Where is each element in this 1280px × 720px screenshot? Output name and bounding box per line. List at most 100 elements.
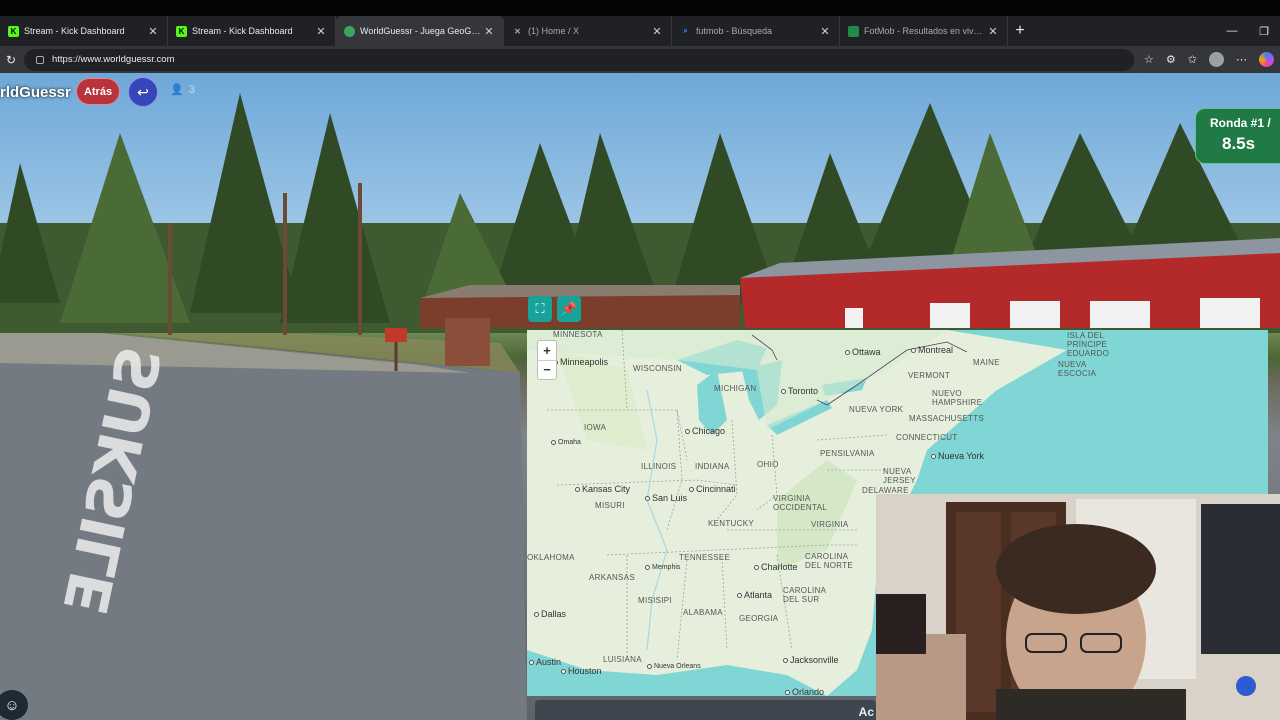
more-menu-icon[interactable]: ⋯ [1236,53,1247,66]
map-region-label: LUISIANA [603,655,642,664]
map-region-label: MISISIPI [638,596,672,605]
return-to-start-button[interactable]: ↩ [128,77,158,107]
tab-kick-dashboard-1[interactable]: K Stream - Kick Dashboard ✕ [0,16,168,46]
players-count: 3 [188,83,195,96]
search-icon: ⌕ [683,26,688,35]
close-icon[interactable]: ✕ [483,25,495,38]
map-city-label: Omaha [551,439,581,446]
map-region-label: OKLAHOMA [527,553,575,562]
map-region-label: MICHIGAN [714,384,757,393]
map-region-label: MAINE [973,358,1000,367]
round-label: Ronda #1 / [1210,116,1271,130]
map-region-label: CAROLINA DEL NORTE [805,552,854,570]
map-region-label: ILLINOIS [641,462,677,471]
smiley-icon: ☺ [4,696,20,714]
zoom-out-button[interactable]: − [538,361,556,380]
map-toolbar: ⛶ 📌 [528,296,581,322]
x-icon: ✕ [514,26,521,36]
map-city-label: Atlanta [737,590,772,600]
tab-title: futmob - Búsqueda [696,26,773,36]
map-region-label: TENNESSEE [679,553,731,562]
screen-top-strip [0,0,1280,16]
expand-map-button[interactable]: ⛶ [528,296,552,322]
map-region-label: VERMONT [908,371,951,380]
map-city-label: Austin [529,657,561,667]
tab-fotmob[interactable]: FotMob - Resultados en vivo de fú ✕ [840,16,1008,46]
map-region-label: GEORGIA [739,614,779,623]
tab-title: (1) Home / X [528,26,580,36]
map-city-label: Nueva York [931,451,984,461]
close-icon[interactable]: ✕ [819,25,831,38]
players-indicator: 👤 3 [170,83,195,97]
favorites-icon[interactable]: ✩ [1188,53,1197,66]
map-region-label: ARKANSAS [589,573,635,582]
map-city-label: Toronto [781,386,818,396]
user-icon: 👤 [170,84,184,96]
copilot-icon[interactable] [1259,52,1274,67]
map-region-label: VIRGINIA [811,520,849,529]
map-region-label: MASSACHUSETTS [909,414,985,423]
map-region-label: NUEVA YORK [849,405,904,414]
tab-title: Stream - Kick Dashboard [24,26,125,36]
map-city-label: Kansas City [575,484,630,494]
close-icon[interactable]: ✕ [315,25,327,38]
fotmob-icon [848,25,859,37]
window-controls: — ❐ [1216,16,1280,46]
close-icon[interactable]: ✕ [987,25,999,38]
map-region-label: MISURI [595,501,625,510]
tab-x-home[interactable]: ✕ (1) Home / X ✕ [504,16,672,46]
map-city-label: Cincinnati [689,484,736,494]
map-region-label: INDIANA [695,462,730,471]
tab-worldguessr[interactable]: WorldGuessr - Juega GeoGuessr g ✕ [336,16,504,46]
close-icon[interactable]: ✕ [651,25,663,38]
map-city-label: San Luis [645,493,687,503]
pin-map-button[interactable]: 📌 [557,296,581,322]
url-text: https://www.worldguessr.com [52,54,175,65]
map-region-label: IOWA [584,423,607,432]
extensions-icon[interactable]: ⚙ [1166,53,1176,66]
map-region-label: PENSILVANIA [820,449,875,458]
url-field[interactable]: https://www.worldguessr.com [24,48,1135,71]
map-region-label: ALABAMA [683,608,723,617]
new-tab-button[interactable]: + [1008,16,1032,46]
worldguessr-logo[interactable]: rldGuessr [0,84,71,101]
map-city-label: Charlotte [754,562,798,572]
map-city-label: Nueva Orleans [647,663,701,670]
map-region-label: VIRGINIA OCCIDENTAL [773,494,827,512]
close-icon[interactable]: ✕ [147,25,159,38]
favorite-star-icon[interactable]: ☆ [1144,53,1154,66]
map-city-label: Houston [561,666,602,676]
map-region-label: KENTUCKY [708,519,754,528]
pin-icon: 📌 [560,301,578,316]
guess-bar[interactable]: Ac [535,700,876,720]
profile-avatar[interactable] [1209,52,1224,67]
map-city-label: Jacksonville [783,655,839,665]
map-region-label: ISLA DEL PRÍNCIPE EDUARDO [1067,331,1110,358]
tab-strip: K Stream - Kick Dashboard ✕ K Stream - K… [0,16,1280,46]
webcam-overlay [876,494,1280,720]
back-button[interactable]: Atrás [76,78,120,105]
tab-futmob-search[interactable]: ⌕ futmob - Búsqueda ✕ [672,16,840,46]
tab-kick-dashboard-2[interactable]: K Stream - Kick Dashboard ✕ [168,16,336,46]
site-info-icon[interactable] [36,55,44,64]
address-bar: ↻ https://www.worldguessr.com ☆ ⚙ ✩ ⋯ [0,46,1280,73]
map-region-label: WISCONSIN [633,364,682,373]
minimize-icon[interactable]: — [1216,16,1248,46]
reload-icon[interactable]: ↻ [6,53,24,67]
zoom-in-button[interactable]: + [538,341,556,361]
toolbar-icons: ☆ ⚙ ✩ ⋯ [1144,52,1274,67]
map-city-label: Chicago [685,426,725,436]
tab-title: WorldGuessr - Juega GeoGuessr g [360,26,483,36]
map-region-label: NUEVA JERSEY [883,467,916,485]
tab-title: FotMob - Resultados en vivo de fú [864,26,987,36]
map-city-label: Minneapolis [553,357,608,367]
tab-title: Stream - Kick Dashboard [192,26,293,36]
maximize-icon[interactable]: ❐ [1248,16,1280,46]
kick-icon: K [8,25,19,37]
map-region-label: MINNESOTA [553,330,603,339]
map-region-label: OHIO [757,460,779,469]
round-timer: 8.5s [1222,134,1256,153]
map-city-label: Ottawa [845,347,881,357]
round-timer-panel: Ronda #1 / 8.5s [1195,108,1280,164]
map-city-label: Memphis [645,564,680,571]
